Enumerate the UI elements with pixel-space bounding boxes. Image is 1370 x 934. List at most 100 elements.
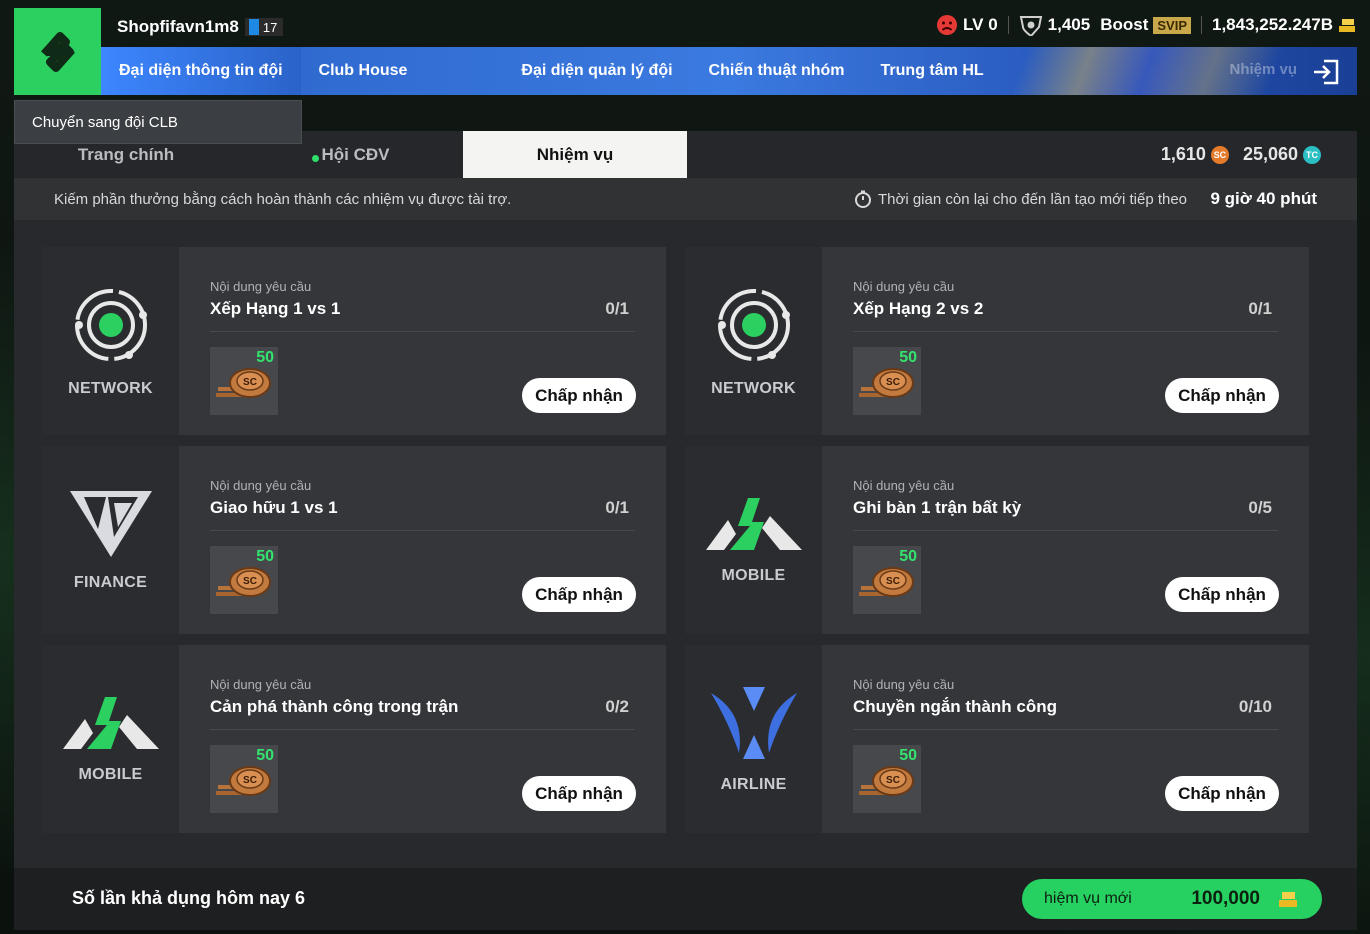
mission-progress: 0/10	[1238, 697, 1272, 716]
mission-title: Xếp Hạng 2 vs 2	[853, 299, 984, 318]
balance-value: 1,843,252.247B	[1212, 15, 1333, 34]
swap-icon	[40, 31, 75, 72]
reward-item[interactable]: SC 50	[210, 546, 278, 614]
mission-card-6: AIRLINE Nội dung yêu cầu Chuyền ngắn thà…	[685, 645, 1309, 833]
mission-card-2: NETWORK Nội dung yêu cầu Xếp Hạng 2 vs 2…	[685, 247, 1309, 435]
reward-item[interactable]: SC 50	[210, 745, 278, 813]
sad-face-icon	[937, 15, 958, 35]
network-icon	[74, 288, 147, 361]
svg-text:SC: SC	[243, 775, 257, 786]
nav-club-house[interactable]: Club House	[301, 47, 426, 95]
sponsor-name: AIRLINE	[720, 775, 787, 793]
timer-label: Thời gian còn lại cho đến lần tạo mới ti…	[878, 190, 1188, 208]
lv-value: LV 0	[963, 15, 998, 34]
mission-progress: 0/2	[605, 697, 629, 716]
sponsor-name: MOBILE	[721, 566, 786, 584]
nav-team-tactics[interactable]: Chiến thuật nhóm	[691, 47, 863, 95]
accept-button[interactable]: Chấp nhận	[1165, 577, 1279, 612]
reward-amount: 50	[899, 747, 917, 764]
mission-body: Nội dung yêu cầu Xếp Hạng 1 vs 1 0/1 SC …	[179, 247, 666, 435]
nav-label: Đại diện quản lý đội	[521, 62, 673, 79]
mission-title: Cản phá thành công trong trận	[210, 697, 459, 716]
card-divider	[853, 530, 1278, 531]
mission-body: Nội dung yêu cầu Chuyền ngắn thành công …	[822, 645, 1309, 833]
timer-value: 9 giờ 40 phút	[1210, 189, 1317, 208]
currency-display: 1,610 SC 25,060 TC	[1161, 144, 1321, 165]
boost-label: Boost	[1100, 15, 1149, 34]
mobile-icon	[705, 497, 802, 550]
tab-label: Trang chính	[77, 144, 175, 164]
mission-body: Nội dung yêu cầu Cản phá thành công tron…	[179, 645, 666, 833]
requirement-label: Nội dung yêu cầu	[210, 279, 312, 294]
reward-item[interactable]: SC 50	[210, 347, 278, 415]
reward-item[interactable]: SC 50	[853, 546, 921, 614]
reward-amount: 50	[256, 548, 274, 565]
mission-progress: 0/1	[605, 498, 629, 517]
tab-label: Nhiệm vụ	[536, 144, 614, 164]
accept-button[interactable]: Chấp nhận	[522, 776, 636, 811]
finance-icon	[69, 490, 152, 557]
divider	[1007, 16, 1009, 34]
airline-icon	[710, 686, 797, 759]
accept-button[interactable]: Chấp nhận	[1165, 378, 1279, 413]
network-icon	[717, 288, 790, 361]
sc-coin-icon: SC	[1210, 145, 1229, 164]
mission-card-5: MOBILE Nội dung yêu cầu Cản phá thành cô…	[42, 645, 666, 833]
switch-team-tooltip[interactable]: Chuyển sang đội CLB	[14, 100, 302, 144]
nav-ghost-label: Nhiệm vụ	[1229, 61, 1297, 78]
flag-icon	[248, 19, 259, 35]
app-logo[interactable]	[14, 8, 101, 95]
requirement-label: Nội dung yêu cầu	[853, 677, 955, 692]
level-value: 17	[262, 19, 278, 35]
shield-icon	[1019, 16, 1042, 36]
exit-button[interactable]	[1309, 55, 1343, 89]
requirement-label: Nội dung yêu cầu	[853, 478, 955, 493]
sponsor-logo: NETWORK	[685, 247, 822, 435]
mobile-icon	[62, 696, 159, 749]
mission-card-1: NETWORK Nội dung yêu cầu Xếp Hạng 1 vs 1…	[42, 247, 666, 435]
new-mission-button[interactable]: hiệm vụ mới 100,000	[1022, 879, 1322, 919]
nav-label: Trung tâm HL	[880, 62, 984, 79]
tc-currency: 25,060 TC	[1243, 144, 1321, 165]
reward-item[interactable]: SC 50	[853, 347, 921, 415]
points-indicator[interactable]: 1,405	[1019, 14, 1090, 36]
reward-amount: 50	[256, 747, 274, 764]
card-divider	[210, 729, 635, 730]
tab-missions[interactable]: Nhiệm vụ	[463, 131, 687, 178]
available-count: Số lần khả dụng hôm nay 6	[72, 888, 306, 908]
tc-coin-icon: TC	[1303, 145, 1321, 164]
top-navigation: Đại diện thông tin đội Club House Đại di…	[101, 47, 1357, 95]
accept-button[interactable]: Chấp nhận	[522, 378, 636, 413]
svg-text:SC: SC	[886, 775, 900, 786]
lv-indicator[interactable]: LV 0	[936, 14, 998, 36]
mission-card-4: MOBILE Nội dung yêu cầu Ghi bàn 1 trận b…	[685, 446, 1309, 634]
reward-amount: 50	[899, 349, 917, 366]
username: Shopfifavn1m8	[117, 17, 239, 36]
svip-badge: SVIP	[1153, 16, 1191, 34]
nav-team-management[interactable]: Đại diện quản lý đội	[503, 47, 690, 95]
requirement-label: Nội dung yêu cầu	[210, 478, 312, 493]
divider	[1201, 16, 1202, 34]
accept-button[interactable]: Chấp nhận	[522, 577, 636, 612]
notification-dot	[311, 154, 319, 162]
card-divider	[853, 331, 1278, 332]
balance-indicator[interactable]: 1,843,252.247B	[1212, 15, 1356, 35]
tab-label: Hội CĐV	[321, 144, 390, 164]
user-info: Shopfifavn1m8 17	[117, 17, 284, 37]
requirement-label: Nội dung yêu cầu	[210, 677, 312, 692]
level-badge: 17	[244, 18, 284, 36]
nav-training-center[interactable]: Trung tâm HL	[863, 47, 1002, 95]
boost-indicator[interactable]: Boost SVIP	[1100, 15, 1191, 35]
sc-value: 1,610	[1160, 144, 1206, 164]
sponsor-name: NETWORK	[68, 379, 153, 397]
sponsor-logo: MOBILE	[42, 645, 179, 833]
nav-team-info[interactable]: Đại diện thông tin đội	[101, 47, 301, 95]
refresh-timer: Thời gian còn lại cho đến lần tạo mới ti…	[854, 190, 1187, 208]
new-mission-cost: 100,000	[1191, 888, 1260, 909]
sponsor-name: MOBILE	[78, 765, 143, 783]
new-mission-label: hiệm vụ mới	[1044, 890, 1132, 907]
accept-button[interactable]: Chấp nhận	[1165, 776, 1279, 811]
reward-item[interactable]: SC 50	[853, 745, 921, 813]
stopwatch-icon	[855, 190, 871, 208]
gold-bars-icon	[1279, 892, 1297, 907]
